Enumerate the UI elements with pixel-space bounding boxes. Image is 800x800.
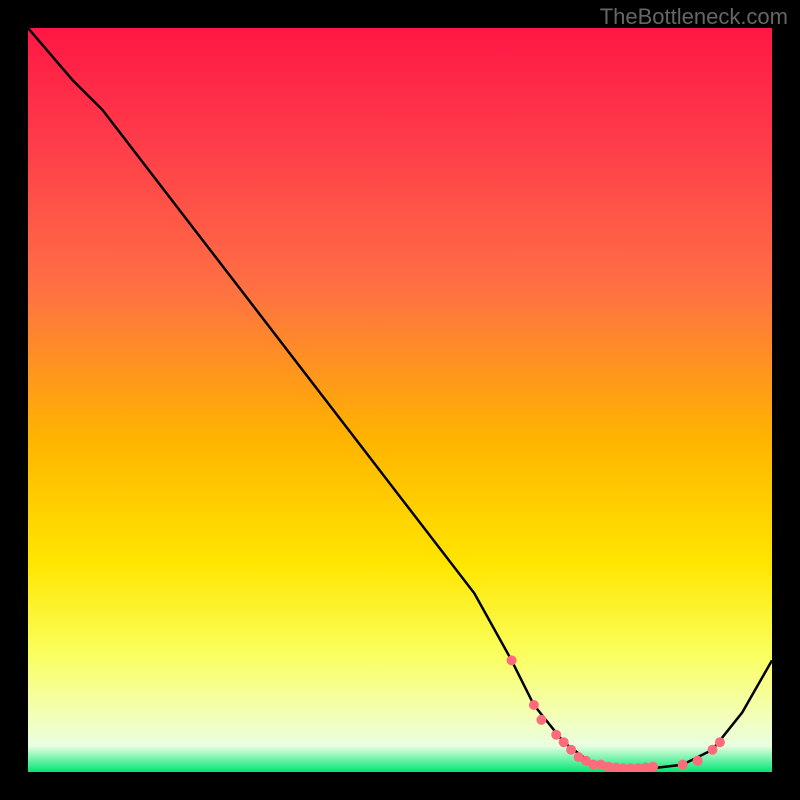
highlight-marker <box>708 745 718 755</box>
highlight-marker <box>551 730 561 740</box>
watermark-text: TheBottleneck.com <box>600 4 788 30</box>
highlight-marker <box>693 756 703 766</box>
chart-line-layer <box>28 28 772 772</box>
highlight-marker <box>678 760 688 770</box>
highlight-marker <box>507 655 517 665</box>
bottleneck-curve <box>28 28 772 768</box>
highlight-marker <box>566 745 576 755</box>
highlight-marker <box>715 737 725 747</box>
highlight-marker <box>559 737 569 747</box>
highlight-marker <box>529 700 539 710</box>
highlight-marker <box>648 762 658 772</box>
highlight-marker <box>536 715 546 725</box>
plot-area <box>28 28 772 772</box>
